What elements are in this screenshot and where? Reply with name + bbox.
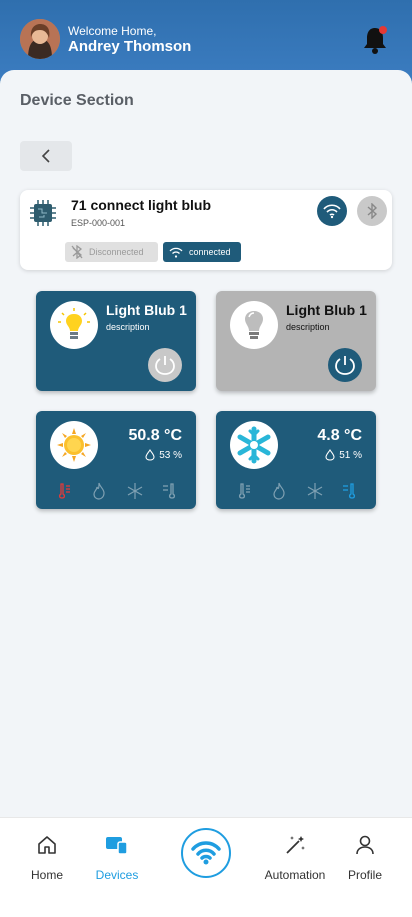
nav-item-automation[interactable]: Automation [255, 832, 335, 882]
welcome-text: Welcome Home, [68, 24, 157, 38]
light-tile-1[interactable]: Light Blub 1 description [36, 291, 196, 391]
heat-mode-icon[interactable] [234, 481, 254, 501]
temperature-value: 50.8 °C [128, 427, 182, 444]
climate-tile-2[interactable]: 4.8 °C 51 % [216, 411, 376, 509]
power-icon [335, 356, 355, 375]
snowflake-icon [230, 421, 278, 469]
light-bulb-off-icon [230, 301, 278, 349]
cool-mode-icon[interactable] [340, 481, 360, 501]
nav-item-devices[interactable]: Devices [77, 832, 157, 882]
bluetooth-toggle[interactable] [357, 196, 387, 226]
snowflake-mode-icon[interactable] [305, 481, 325, 501]
device-id: ESP-000-001 [71, 218, 126, 228]
chip-icon [30, 200, 56, 226]
chevron-left-icon [41, 149, 50, 163]
flame-mode-icon[interactable] [269, 481, 289, 501]
humidity-value: 53 % [145, 449, 182, 461]
mode-selector [234, 481, 360, 501]
tile-description: description [286, 322, 330, 332]
climate-tile-1[interactable]: 50.8 °C 53 % [36, 411, 196, 509]
bottom-nav: Home Devices Automation Profile [0, 817, 412, 917]
temperature-value: 4.8 °C [317, 427, 362, 444]
bluetooth-off-icon [71, 245, 83, 259]
sun-icon [50, 421, 98, 469]
notification-dot [379, 26, 387, 34]
power-icon [155, 356, 175, 375]
wifi-icon [169, 247, 183, 258]
droplet-icon [145, 449, 155, 461]
user-name: Andrey Thomson [68, 38, 192, 55]
nav-label: Automation [264, 868, 326, 882]
notification-bell-icon[interactable] [362, 24, 390, 54]
power-button[interactable] [148, 348, 182, 382]
droplet-icon [325, 449, 335, 461]
cool-mode-icon[interactable] [160, 481, 180, 501]
mode-selector [54, 481, 180, 501]
tile-title: Light Blub 1 [286, 302, 367, 318]
humidity-value: 51 % [325, 449, 362, 461]
back-button[interactable] [20, 141, 72, 171]
devices-icon [77, 832, 157, 858]
status-badge-connected: connected [163, 242, 241, 262]
heat-mode-icon[interactable] [54, 481, 74, 501]
light-bulb-on-icon [50, 301, 98, 349]
nav-item-profile[interactable]: Profile [325, 832, 405, 882]
status-badge-disconnected: Disconnected [65, 242, 158, 262]
nav-item-home[interactable]: Home [7, 832, 87, 882]
nav-label: Profile [347, 868, 382, 882]
light-tile-2[interactable]: Light Blub 1 description [216, 291, 376, 391]
tile-description: description [106, 322, 150, 332]
home-icon [7, 832, 87, 858]
nav-label: Home [30, 868, 63, 882]
page-title: Device Section [20, 92, 134, 109]
flame-mode-icon[interactable] [89, 481, 109, 501]
avatar[interactable] [20, 19, 60, 59]
app-header: Welcome Home, Andrey Thomson [0, 0, 412, 80]
snowflake-mode-icon[interactable] [125, 481, 145, 501]
wifi-center-button[interactable] [181, 828, 231, 878]
humidity-label: 53 % [159, 449, 182, 461]
connected-label: connected [189, 247, 231, 257]
wifi-icon [191, 841, 221, 865]
tile-title: Light Blub 1 [106, 302, 187, 318]
device-card[interactable]: 71 connect light blub ESP-000-001 Discon… [20, 190, 392, 270]
power-button[interactable] [328, 348, 362, 382]
nav-label: Devices [95, 868, 139, 882]
magic-wand-icon [255, 832, 335, 858]
disconnected-label: Disconnected [89, 247, 144, 257]
wifi-icon [323, 204, 341, 219]
wifi-toggle[interactable] [317, 196, 347, 226]
humidity-label: 51 % [339, 449, 362, 461]
bluetooth-icon [367, 203, 378, 219]
user-icon [325, 832, 405, 858]
device-name: 71 connect light blub [71, 197, 212, 213]
